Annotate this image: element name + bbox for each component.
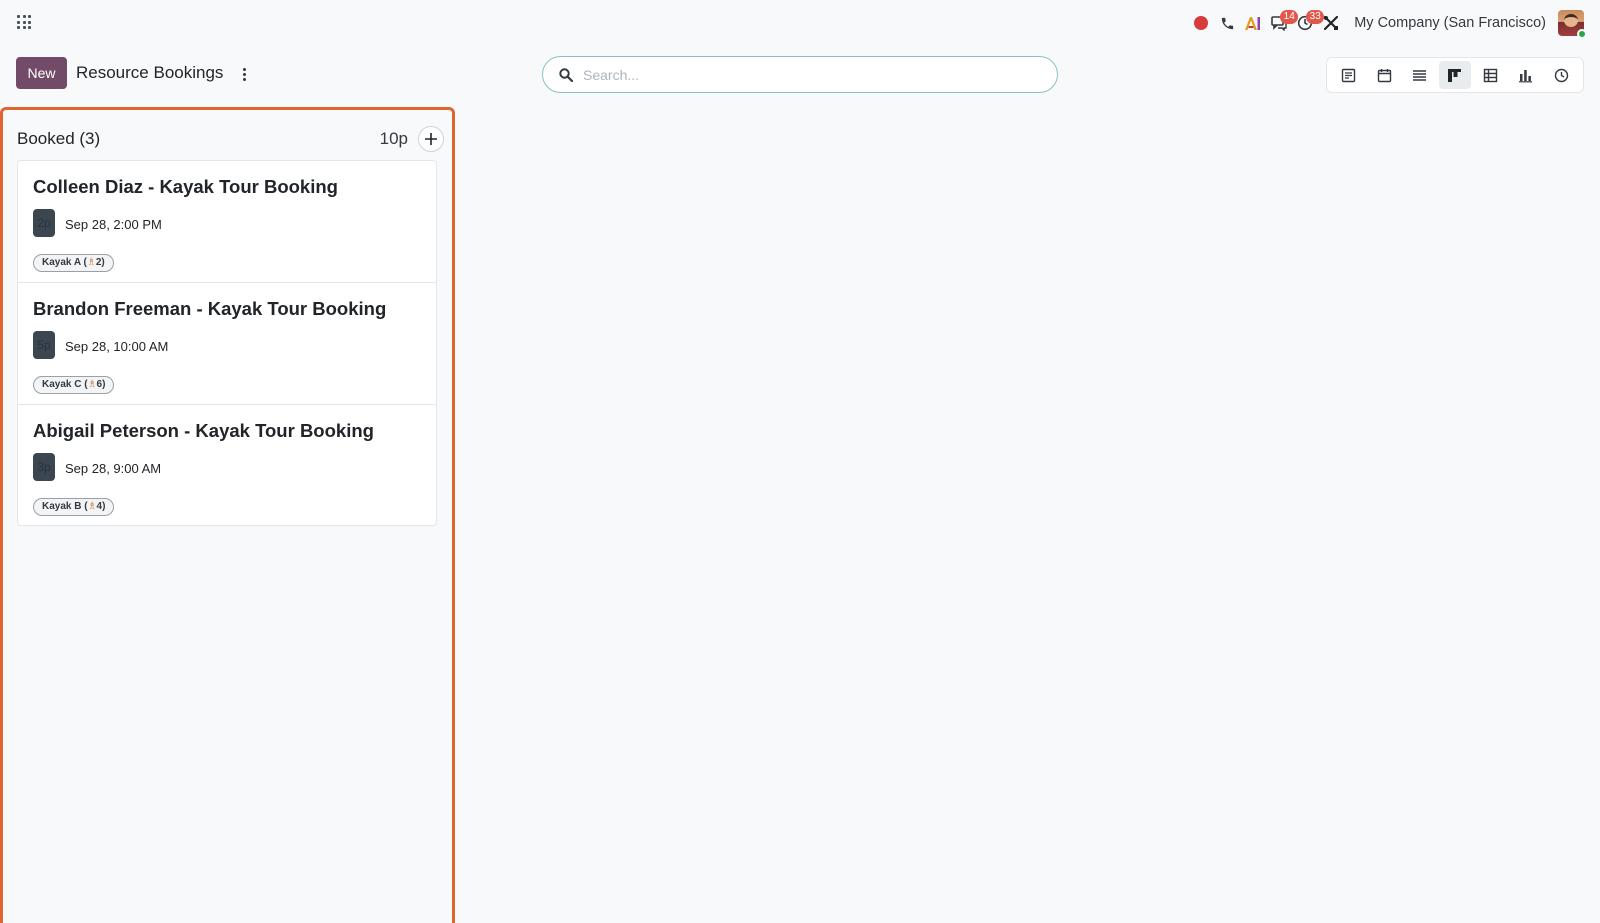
resource-tag: Kayak A (♗2) xyxy=(33,254,114,272)
view-switcher xyxy=(1326,57,1584,93)
plus-icon xyxy=(425,133,437,145)
phone-icon[interactable] xyxy=(1214,8,1240,38)
pivot-view-icon[interactable] xyxy=(1474,61,1506,89)
search-bar[interactable] xyxy=(542,56,1058,93)
form-view-icon[interactable] xyxy=(1333,61,1365,89)
tag-count: 6 xyxy=(96,379,103,390)
kanban-card[interactable]: Colleen Diaz - Kayak Tour Booking 2p Sep… xyxy=(18,161,436,283)
activity-view-icon[interactable] xyxy=(1545,61,1577,89)
search-input[interactable] xyxy=(583,66,1023,83)
chat-icon[interactable]: 14 xyxy=(1266,8,1299,38)
card-list: Colleen Diaz - Kayak Tour Booking 2p Sep… xyxy=(17,160,437,526)
resource-tag: Kayak C (♗6) xyxy=(33,376,115,394)
new-button[interactable]: New xyxy=(16,57,67,89)
search-icon xyxy=(559,67,573,82)
user-avatar[interactable] xyxy=(1558,10,1587,39)
column-header: Booked (3) 10p xyxy=(17,126,444,152)
kanban-column-booked: Booked (3) 10p Colleen Diaz - Kayak Tour… xyxy=(0,107,455,923)
card-date: Sep 28, 10:00 AM xyxy=(65,339,169,354)
chair-icon: ♗ xyxy=(87,379,97,390)
online-status-icon xyxy=(1577,29,1587,39)
recording-dot-icon[interactable] xyxy=(1188,8,1214,38)
tag-count: 4 xyxy=(96,501,103,512)
kanban-card[interactable]: Brandon Freeman - Kayak Tour Booking 5p … xyxy=(18,283,436,405)
top-navbar: 14 33 My Company (San Francisco) xyxy=(0,0,1600,46)
company-switcher[interactable]: My Company (San Francisco) xyxy=(1354,15,1546,31)
tag-count: 2 xyxy=(95,257,102,268)
tag-name: Kayak B xyxy=(42,501,82,512)
tag-name: Kayak A xyxy=(42,257,81,268)
calendar-view-icon[interactable] xyxy=(1368,61,1400,89)
duration-badge: 3p xyxy=(33,453,55,481)
clock-icon[interactable]: 33 xyxy=(1292,8,1325,38)
card-title: Abigail Peterson - Kayak Tour Booking xyxy=(33,420,374,441)
chair-icon: ♗ xyxy=(86,257,96,268)
apps-grid-icon[interactable] xyxy=(17,15,31,29)
page-title: Resource Bookings xyxy=(76,63,224,82)
column-title[interactable]: Booked (3) xyxy=(17,129,100,149)
resource-tag: Kayak B (♗4) xyxy=(33,498,115,516)
card-date: Sep 28, 2:00 PM xyxy=(65,217,162,232)
card-title: Brandon Freeman - Kayak Tour Booking xyxy=(33,298,387,319)
card-title: Colleen Diaz - Kayak Tour Booking xyxy=(33,176,338,197)
card-date: Sep 28, 9:00 AM xyxy=(65,461,162,476)
duration-badge: 5p xyxy=(33,331,55,359)
tag-name: Kayak C xyxy=(42,379,82,390)
ai-icon[interactable] xyxy=(1240,8,1266,38)
chair-icon: ♗ xyxy=(87,501,97,512)
quick-create-button[interactable] xyxy=(418,126,444,152)
tools-icon[interactable] xyxy=(1318,8,1344,38)
list-view-icon[interactable] xyxy=(1404,61,1436,89)
kanban-view-icon[interactable] xyxy=(1438,61,1471,89)
graph-view-icon[interactable] xyxy=(1510,61,1542,89)
systray: 14 33 My Company (San Francisco) xyxy=(1188,0,1600,46)
actions-menu-icon[interactable] xyxy=(237,63,251,85)
duration-badge: 2p xyxy=(33,209,55,237)
kanban-card[interactable]: Abigail Peterson - Kayak Tour Booking 3p… xyxy=(18,405,436,525)
column-total: 10p xyxy=(379,129,408,148)
